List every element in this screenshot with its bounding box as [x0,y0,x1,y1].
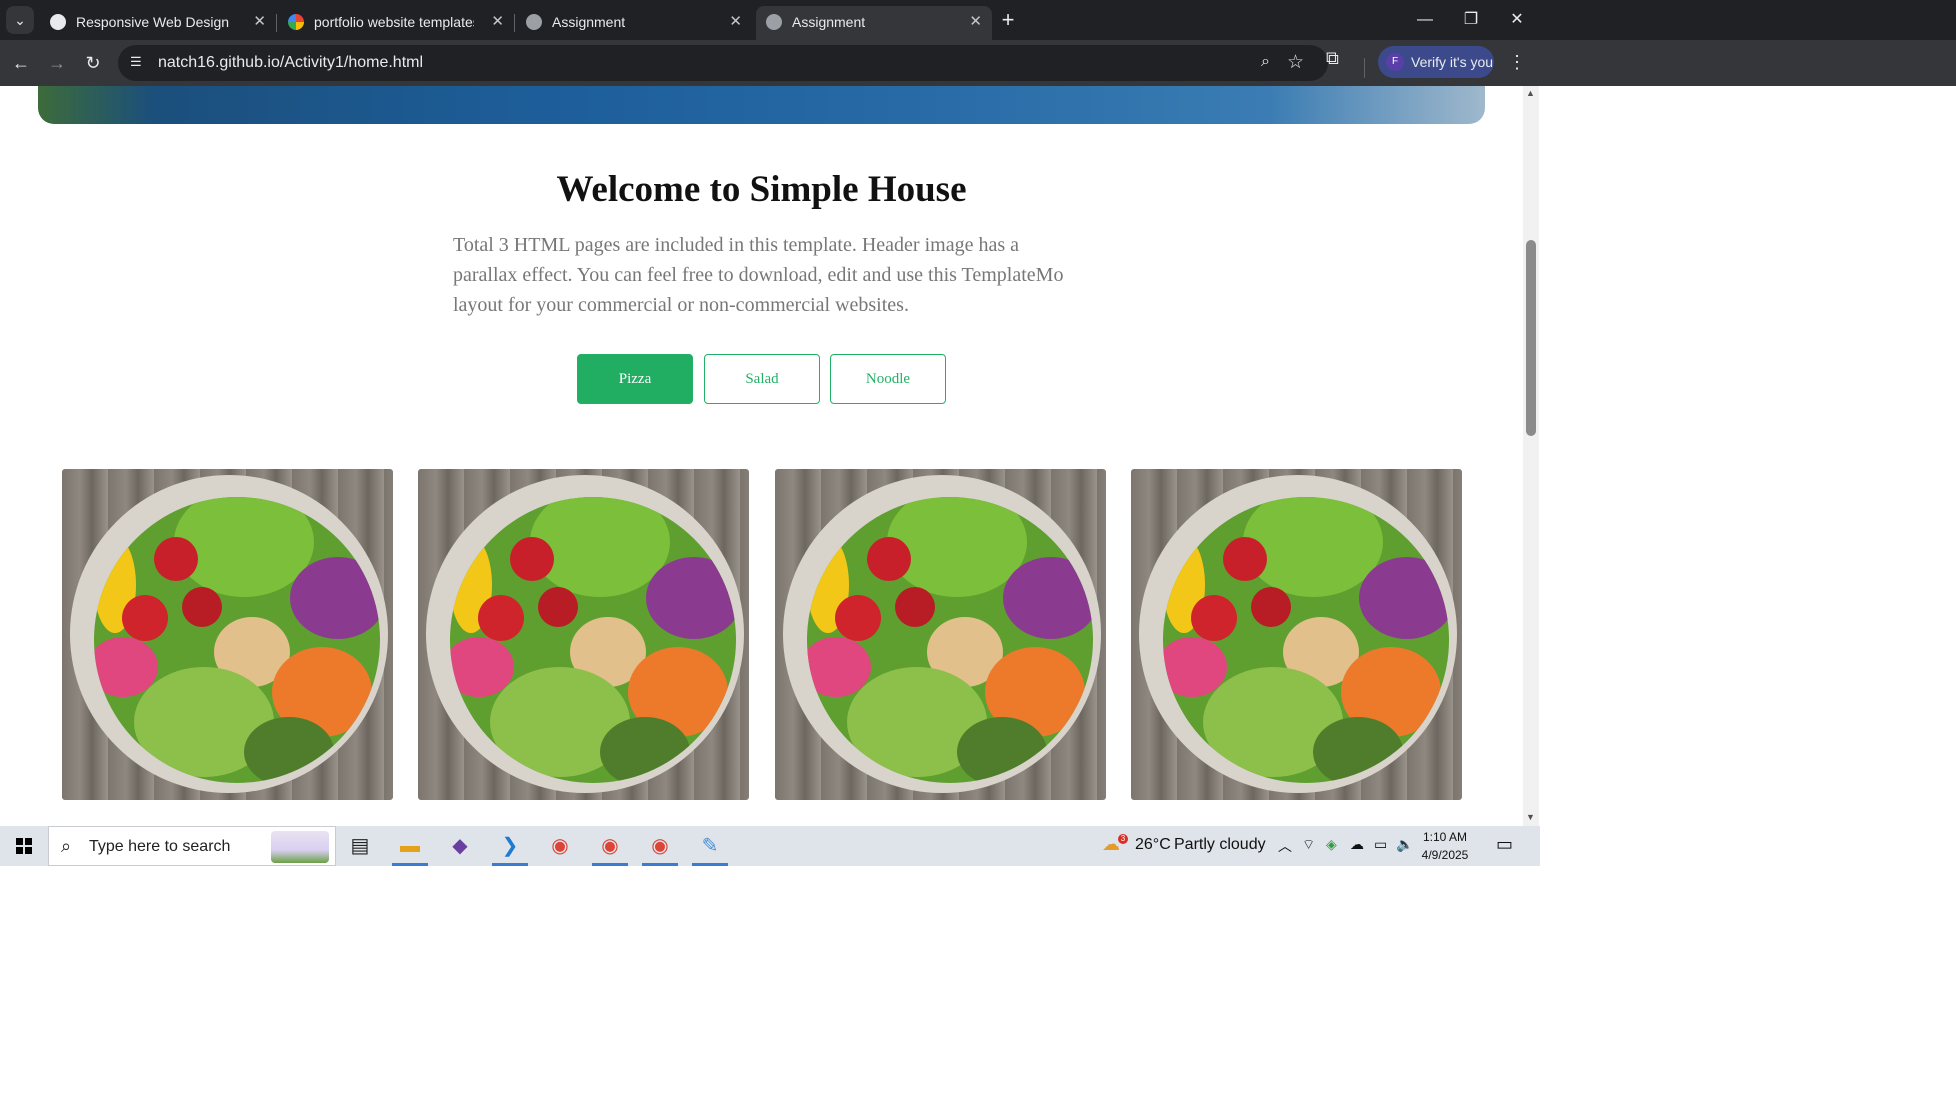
tab-title: Responsive Web Design [76,14,230,30]
windows-logo-icon [16,838,32,854]
globe-icon [50,14,66,30]
restore-icon[interactable]: ❐ [1448,4,1494,36]
tab-title: Assignment [792,14,866,30]
task-view-icon[interactable]: ▤ [340,830,380,862]
new-tab-button[interactable]: + [996,8,1020,32]
minimize-icon[interactable]: — [1402,4,1448,36]
tab-strip: ⌄ Responsive Web Design ✕ portfolio webs… [0,0,1956,40]
filter-pizza-button[interactable]: Pizza [577,354,693,404]
verify-profile-button[interactable]: F Verify it's you [1378,46,1494,78]
tab-assignment-active[interactable]: Assignment ✕ [756,6,992,40]
site-info-icon[interactable]: ☰ [130,54,142,70]
visual-studio-icon[interactable]: ◆ [440,830,480,862]
chrome-profile-f-icon[interactable]: ◉ [590,830,630,866]
salad-bowl-image [783,475,1101,793]
bookmark-star-icon[interactable]: ☆ [1287,51,1304,74]
gallery-item[interactable] [418,469,749,800]
start-button[interactable] [0,826,48,866]
close-icon[interactable]: ✕ [729,12,742,30]
close-icon[interactable]: ✕ [491,12,504,30]
clock[interactable]: 1:10 AM 4/9/2025 [1410,828,1480,864]
tab-responsive-web-design[interactable]: Responsive Web Design ✕ [40,6,276,40]
forward-icon[interactable]: → [42,48,72,78]
chevron-up-icon[interactable]: ︿ [1278,836,1292,856]
intro-paragraph: Total 3 HTML pages are included in this … [453,234,1064,316]
verify-label: Verify it's you [1411,54,1494,70]
back-icon[interactable]: ← [6,48,36,78]
close-icon[interactable]: ✕ [253,12,266,30]
weather-temp[interactable]: 26°C [1135,836,1171,854]
onedrive-icon[interactable]: ☁ [1350,836,1364,853]
clock-time: 1:10 AM [1422,830,1468,844]
url-text[interactable]: natch16.github.io/Activity1/home.html [158,54,423,72]
battery-icon[interactable]: ▭ [1374,836,1387,853]
tab-divider [276,14,277,32]
salad-bowl-image [1139,475,1457,793]
taskbar-search[interactable]: ⌕ Type here to search [48,826,336,866]
google-icon [288,14,304,30]
notifications-icon[interactable]: ▭ [1496,834,1513,855]
globe-icon [766,14,782,30]
vscode-icon[interactable]: ❯ [490,830,530,866]
vertical-scrollbar[interactable]: ▲ ▼ [1523,86,1539,826]
file-explorer-icon[interactable]: ▬ [390,830,430,866]
chrome-profile-j-icon[interactable]: ◉ [640,830,680,866]
tab-title: Assignment [552,14,626,30]
extensions-icon[interactable]: ⧉ [1326,48,1339,69]
toolbar-divider [1364,58,1365,78]
weather-desc[interactable]: Partly cloudy [1174,836,1266,854]
paint-icon[interactable]: ✎ [690,830,730,866]
browser-toolbar: ← → ↻ ☰ natch16.github.io/Activity1/home… [0,40,1956,86]
gallery-item[interactable] [62,469,393,800]
taskbar: ⌕ Type here to search ▤ ▬ ◆ ❯ ◉ ◉ ◉ ✎ ☁ … [0,826,1540,866]
salad-bowl-image [70,475,388,793]
window-close-icon[interactable]: ✕ [1494,4,1540,36]
reload-icon[interactable]: ↻ [78,48,108,78]
security-icon[interactable]: ◈ [1326,836,1337,853]
filter-salad-button[interactable]: Salad [704,354,820,404]
zoom-icon[interactable]: ⌕ [1261,53,1270,71]
address-bar[interactable]: ☰ natch16.github.io/Activity1/home.html … [118,45,1328,81]
clock-date: 4/9/2025 [1421,848,1469,862]
scroll-down-icon[interactable]: ▼ [1526,812,1535,822]
tab-title: portfolio website templates - G [314,14,474,30]
page-title: Welcome to Simple House [556,169,967,210]
globe-icon [526,14,542,30]
tab-divider [514,14,515,32]
filter-noodle-button[interactable]: Noodle [830,354,946,404]
gallery-item[interactable] [775,469,1106,800]
tab-assignment[interactable]: Assignment ✕ [516,6,752,40]
tab-portfolio-templates[interactable]: portfolio website templates - G ✕ [278,6,514,40]
avatar: F [1386,53,1404,71]
menu-kebab-icon[interactable]: ⋮ [1508,52,1526,73]
salad-bowl-image [426,475,744,793]
search-highlight-image [271,831,329,863]
page-viewport: Welcome to Simple House Total 3 HTML pag… [0,86,1523,826]
tab-search-chevron-icon[interactable]: ⌄ [6,6,34,34]
search-icon: ⌕ [61,836,72,856]
close-icon[interactable]: ✕ [969,12,982,30]
scroll-up-icon[interactable]: ▲ [1526,88,1535,98]
gallery-item[interactable] [1131,469,1462,800]
search-placeholder: Type here to search [89,838,231,855]
scrollbar-thumb[interactable] [1526,240,1536,436]
network-icon[interactable]: ⌔ [1302,836,1315,854]
weather-badge: 3 [1118,834,1128,844]
chrome-icon[interactable]: ◉ [540,830,580,862]
hero-image [38,86,1485,124]
